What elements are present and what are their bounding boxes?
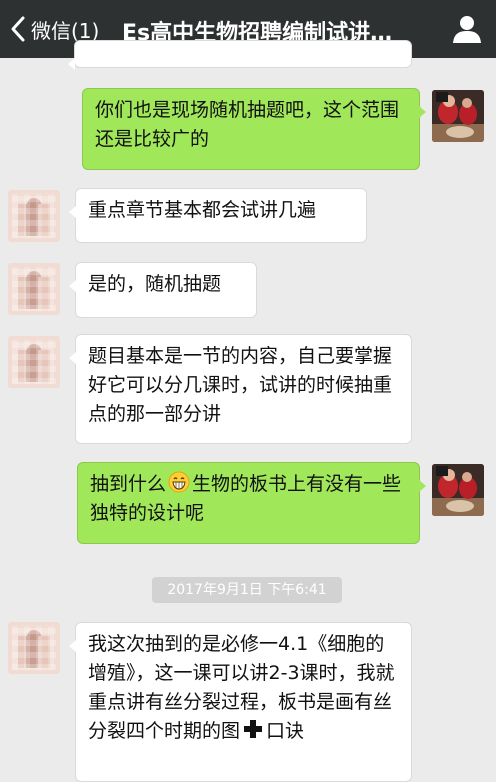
- message-bubble-other[interactable]: 重点章节基本都会试讲几遍: [69, 188, 367, 243]
- contact-avatar[interactable]: [8, 336, 60, 388]
- message-text: 是的，随机抽题: [88, 273, 222, 295]
- grinning-emoji-icon: [168, 471, 190, 493]
- message-bubble-other[interactable]: 是的，随机抽题: [69, 262, 257, 318]
- message-bubble-partial: [68, 40, 412, 70]
- message-bubble-other[interactable]: 题目基本是一节的内容，自己要掌握好它可以分几课时，试讲的时候抽重点的那一部分讲: [69, 334, 412, 444]
- chevron-left-icon: [11, 16, 25, 42]
- avatar-photo: [432, 464, 484, 516]
- message-text: 你们也是现场随机抽题吧，这个范围还是比较广的: [95, 99, 400, 150]
- self-avatar[interactable]: [432, 90, 484, 142]
- plus-icon: [244, 720, 263, 738]
- message-bubble-self[interactable]: 抽到什么 生物的板书上有没有一些独特的设计呢: [77, 462, 426, 544]
- self-avatar[interactable]: [432, 464, 484, 516]
- message-text: 题目基本是一节的内容，自己要掌握好它可以分几课时，试讲的时候抽重点的那一部分讲: [88, 345, 393, 425]
- message-text: 重点章节基本都会试讲几遍: [88, 199, 317, 221]
- contact-avatar[interactable]: [8, 190, 60, 242]
- avatar-photo: [432, 90, 484, 142]
- person-icon[interactable]: [450, 14, 484, 44]
- message-text: 抽到什么: [90, 473, 167, 495]
- contact-avatar[interactable]: [8, 263, 60, 315]
- timestamp-badge: 2017年9月1日 下午6:41: [152, 577, 342, 603]
- contact-avatar[interactable]: [8, 622, 60, 674]
- message-text: 我这次抽到的是必修一4.1《细胞的增殖》，这一课可以讲2-3课时，我就重点讲有丝…: [88, 633, 395, 742]
- message-text: 口诀: [266, 720, 305, 742]
- message-bubble-self[interactable]: 你们也是现场随机抽题吧，这个范围还是比较广的: [82, 88, 426, 170]
- message-bubble-other[interactable]: 我这次抽到的是必修一4.1《细胞的增殖》，这一课可以讲2-3课时，我就重点讲有丝…: [69, 622, 412, 782]
